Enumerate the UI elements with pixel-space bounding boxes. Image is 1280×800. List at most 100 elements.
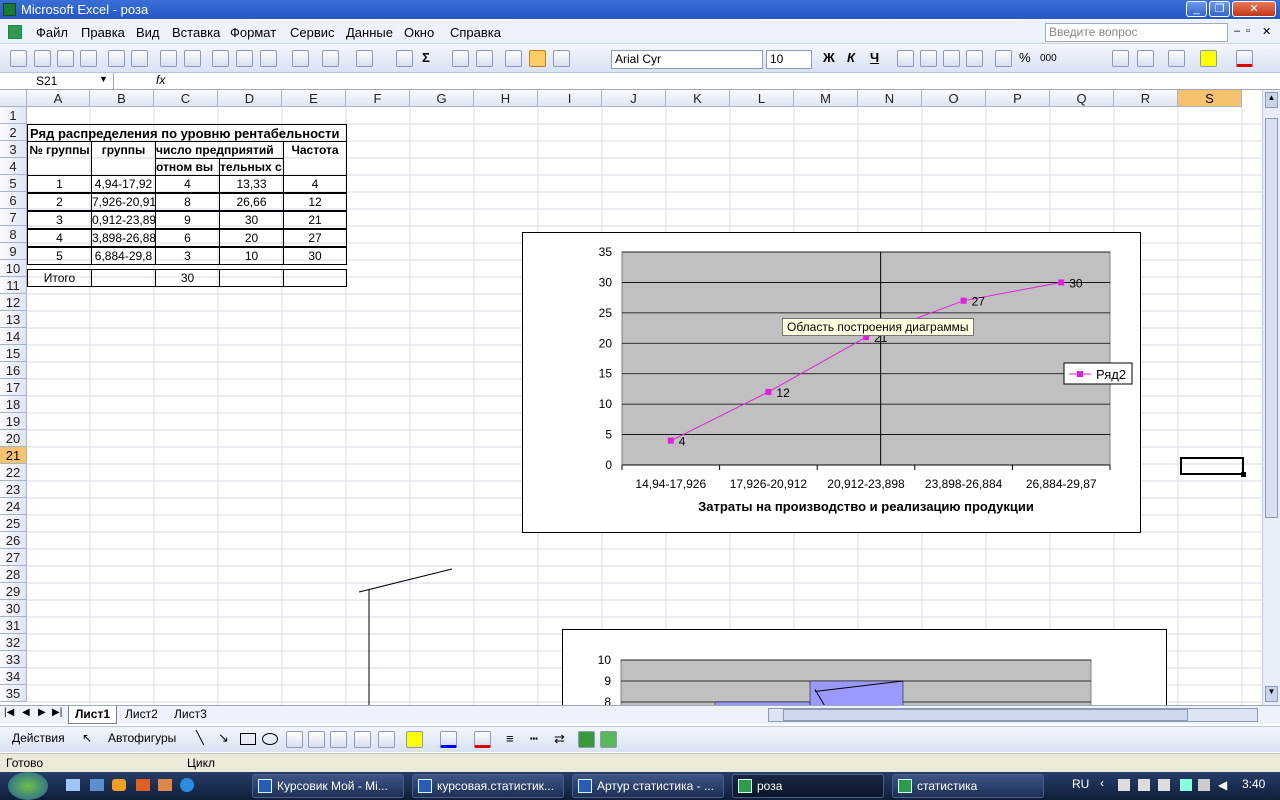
vertical-scrollbar[interactable]: ▲ ▼ [1262,90,1280,705]
table-cell[interactable]: 21 [283,211,347,229]
row-header[interactable]: 15 [0,345,27,362]
header-frequency[interactable]: Частота [283,141,347,176]
total-count[interactable]: 30 [155,269,220,287]
print-icon[interactable] [108,50,125,67]
column-header[interactable]: G [410,90,474,107]
save-icon[interactable] [57,50,74,67]
picture-icon[interactable] [378,731,395,748]
chart-wizard-icon[interactable] [505,50,522,67]
table-title[interactable]: Ряд распределения по уровню рентабельнос… [27,124,347,142]
row-header[interactable]: 2 [0,124,27,141]
horizontal-scrollbar[interactable] [768,708,1258,722]
row-header[interactable]: 33 [0,651,27,668]
row-header[interactable]: 25 [0,515,27,532]
open-icon[interactable] [34,50,51,67]
table-cell[interactable]: 2 [27,193,92,211]
total-label[interactable]: Итого [27,269,92,287]
select-objects-icon[interactable]: ↖ [82,731,92,745]
fill-icon[interactable] [406,731,423,748]
select-all-corner[interactable] [0,90,27,107]
name-box-dropdown-icon[interactable]: ▼ [99,74,108,84]
next-sheet-icon[interactable]: ▶ [38,707,46,718]
table-cell[interactable]: 4 [155,175,220,193]
tab-sheet1[interactable]: Лист1 [68,706,118,724]
table-cell[interactable]: 26,66 [219,193,284,211]
currency-icon[interactable] [995,50,1012,67]
sort-descending-icon[interactable] [476,50,493,67]
autosum-icon[interactable]: Σ [422,50,430,65]
table-cell[interactable]: 3 [155,247,220,265]
row-header[interactable]: 28 [0,566,27,583]
row-header[interactable]: 32 [0,634,27,651]
data-point[interactable] [1058,279,1065,286]
column-header[interactable]: P [986,90,1050,107]
table-cell[interactable]: 27 [283,229,347,247]
oval-tool-icon[interactable] [262,733,278,745]
row-header[interactable]: 20 [0,430,27,447]
header-group-number[interactable]: № группы [27,141,92,176]
network-icon[interactable] [1198,779,1210,791]
tray-icon[interactable] [1158,779,1170,791]
taskbar-item[interactable]: Артур статистика - ... [572,774,724,798]
font-color-draw-icon[interactable] [474,731,491,748]
research-icon[interactable] [184,50,201,67]
column-header[interactable]: K [666,90,730,107]
drawn-line-shape[interactable] [355,565,455,705]
row-header[interactable]: 8 [0,226,27,243]
3d-icon[interactable] [600,731,617,748]
fill-color-icon[interactable] [1200,50,1217,67]
taskbar-item-active[interactable]: роза [732,774,884,798]
table-cell[interactable]: 3 [27,211,92,229]
row-header[interactable]: 9 [0,243,27,260]
textbox-icon[interactable] [286,731,303,748]
table-cell[interactable]: 20 [219,229,284,247]
new-icon[interactable] [10,50,27,67]
table-cell[interactable]: 4,94-17,92 [91,175,156,193]
language-indicator[interactable]: RU [1072,777,1089,791]
table-cell[interactable]: 13,33 [219,175,284,193]
drawing-icon[interactable] [529,50,546,67]
line-color-icon[interactable] [440,731,457,748]
tab-sheet3[interactable]: Лист3 [168,706,213,724]
shadow-icon[interactable] [578,731,595,748]
paste-icon[interactable] [260,50,277,67]
clock[interactable]: 3:40 [1242,777,1265,791]
table-cell[interactable]: 5 [27,247,92,265]
table-cell[interactable]: 10 [219,247,284,265]
column-header[interactable]: B [90,90,154,107]
menu-view[interactable]: Вид [136,25,160,40]
row-header[interactable]: 13 [0,311,27,328]
actions-menu[interactable]: Действия [12,731,65,745]
decrease-indent-icon[interactable] [1112,50,1129,67]
bar-chart-svg[interactable]: 8910 [563,630,1167,709]
column-header[interactable]: F [346,90,410,107]
table-cell[interactable]: 6,884-29,8 [91,247,156,265]
wordart-icon[interactable] [308,731,325,748]
column-header[interactable]: N [858,90,922,107]
row-header[interactable]: 19 [0,413,27,430]
internet-explorer-icon[interactable] [180,778,194,792]
format-painter-icon[interactable] [292,50,309,67]
volume-icon[interactable]: ◀ [1218,778,1227,792]
last-sheet-icon[interactable]: ▶| [52,707,62,718]
merge-center-icon[interactable] [966,50,983,67]
row-header[interactable]: 4 [0,158,27,175]
scroll-down-button[interactable]: ▼ [1265,686,1278,702]
row-header[interactable]: 31 [0,617,27,634]
column-header[interactable]: J [602,90,666,107]
increase-indent-icon[interactable] [1137,50,1154,67]
align-center-icon[interactable] [920,50,937,67]
header-relative[interactable]: отном вы [155,158,220,176]
column-header[interactable]: R [1114,90,1178,107]
header-relative-cont[interactable]: тельных с [219,158,284,176]
menu-edit[interactable]: Правка [81,25,125,40]
line-chart-svg[interactable]: 0 5 10 15 20 25 30 35 14,94-17,926 17,926-20,912 2… [523,233,1142,534]
row-header[interactable]: 30 [0,600,27,617]
row-header[interactable]: 12 [0,294,27,311]
header-group-interval[interactable]: группы [91,141,156,176]
taskbar-item[interactable]: Курсовик Мой - Mi... [252,774,404,798]
bar-chart[interactable]: 8 9 10 [562,629,1167,709]
row-header[interactable]: 26 [0,532,27,549]
row-header[interactable]: 22 [0,464,27,481]
media-player-icon[interactable] [112,779,126,791]
